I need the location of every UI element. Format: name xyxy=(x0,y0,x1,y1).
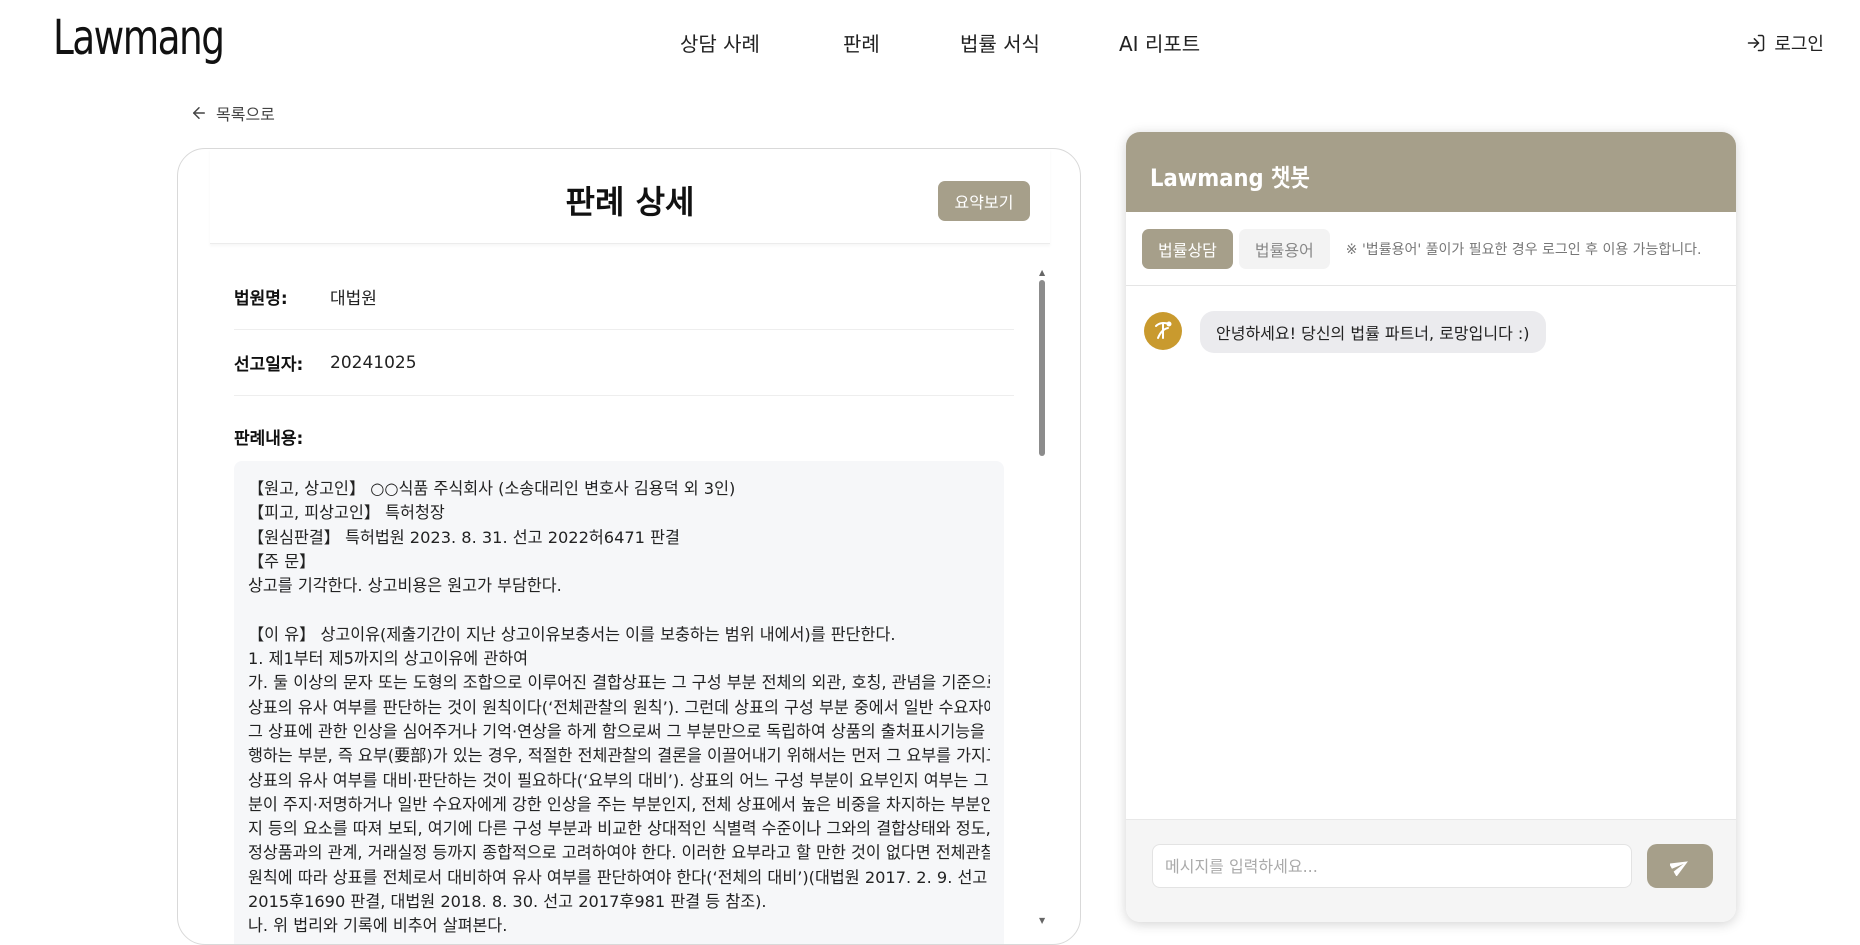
content-line: 【원심판결】 특허법원 2023. 8. 31. 선고 2022허6471 판결 xyxy=(248,527,680,547)
content-line: 원칙에 따라 상표를 전체로서 대비하여 유사 여부를 판단하여야 한다(‘전체… xyxy=(248,867,988,887)
arrow-left-icon xyxy=(193,107,205,119)
login-button[interactable]: 로그인 xyxy=(1746,30,1824,56)
back-label: 목록으로 xyxy=(216,105,275,124)
precedent-content: 【원고, 상고인】 ○○식품 주식회사 (소송대리인 변호사 김용덕 외 3인)… xyxy=(234,461,1004,944)
send-icon xyxy=(1670,861,1688,876)
logo[interactable]: Lawmang xyxy=(53,10,225,66)
scrollbar-thumb[interactable] xyxy=(1039,280,1045,456)
content-line: 【주 문】 xyxy=(248,551,316,571)
message-input[interactable] xyxy=(1152,844,1632,888)
court-row: 법원명: 대법원 xyxy=(234,264,1014,330)
chatbot-title: Lawmang 챗봇 xyxy=(1150,164,1310,192)
send-button[interactable] xyxy=(1647,844,1713,888)
chat-input-bar xyxy=(1126,819,1736,922)
content-line: 【이 유】 상고이유(제출기간이 지난 상고이유보충서는 이를 보충하는 범위 … xyxy=(248,624,896,644)
tab-legal-consultation[interactable]: 법률상담 xyxy=(1142,228,1233,269)
detail-body[interactable]: 법원명: 대법원 선고일자: 20241025 판례내용: 【원고, 상고인】 … xyxy=(234,264,1014,944)
content-line: 정상품과의 관계, 거래실정 등까지 종합적으로 고려하여야 한다. 이러한 요… xyxy=(248,843,990,863)
court-label: 법원명: xyxy=(234,289,288,309)
bot-avatar xyxy=(1144,312,1182,350)
nav-consultation-cases[interactable]: 상담 사례 xyxy=(680,28,760,57)
bot-greeting-message: 안녕하세요! 당신의 법률 파트너, 로망입니다 :) xyxy=(1200,311,1546,353)
bot-logo-icon xyxy=(1155,321,1172,339)
chatbot-panel: Lawmang 챗봇 법률상담 법률용어 ※ '법률용어' 풀이가 필요한 경우… xyxy=(1126,132,1736,922)
nav-precedents[interactable]: 판례 xyxy=(843,28,880,57)
chat-messages: 안녕하세요! 당신의 법률 파트너, 로망입니다 :) xyxy=(1126,286,1736,819)
content-line: 【원고, 상고인】 ○○식품 주식회사 (소송대리인 변호사 김용덕 외 3인) xyxy=(248,479,736,498)
page-title: 판례 상세 xyxy=(565,183,695,221)
scroll-down-arrow[interactable]: ▼ xyxy=(1039,916,1045,925)
content-line: 지 등의 요소를 따져 보되, 여기에 다른 구성 부분과 비교한 상대적인 식… xyxy=(248,819,990,839)
court-value: 대법원 xyxy=(330,289,377,309)
tab-legal-terms[interactable]: 법률용어 xyxy=(1238,228,1330,269)
content-line: 나. 위 법리와 기록에 비추어 살펴본다. xyxy=(248,916,508,936)
content-line: 2015후1690 판결, 대법원 2018. 8. 30. 선고 2017후9… xyxy=(248,892,767,912)
content-line: 상고를 기각한다. 상고비용은 원고가 부담한다. xyxy=(248,576,562,596)
content-line: 가. 둘 이상의 문자 또는 도형의 조합으로 이루어진 결합상표는 그 구성 … xyxy=(248,673,990,693)
content-line: 행하는 부분, 즉 요부(要部)가 있는 경우, 적절한 전체관찰의 결론을 이… xyxy=(248,746,990,766)
content-line xyxy=(248,598,990,622)
header: Lawmang 상담 사례 판례 법률 서식 AI 리포트 로그인 xyxy=(0,0,1860,84)
date-row: 선고일자: 20241025 xyxy=(234,330,1014,396)
login-label: 로그인 xyxy=(1774,34,1824,55)
content-line: 분이 주지·저명하거나 일반 수요자에게 강한 인상을 주는 부분인지, 전체 … xyxy=(248,794,990,814)
content-label: 판례내용: xyxy=(234,429,304,449)
date-label: 선고일자: xyxy=(234,355,304,375)
content-line: 상표의 유사 여부를 대비·판단하는 것이 필요하다(‘요부의 대비’). 상표… xyxy=(248,770,990,790)
login-icon xyxy=(1748,34,1765,52)
content-line: 【피고, 피상고인】 특허청장 xyxy=(248,503,445,523)
date-value: 20241025 xyxy=(330,352,417,373)
precedent-detail-card: 판례 상세 요약보기 법원명: 대법원 선고일자: 20241025 판례내용:… xyxy=(177,148,1081,945)
content-line: 1. 제1부터 제5까지의 상고이유에 관하여 xyxy=(248,649,529,669)
card-header: 판례 상세 요약보기 xyxy=(210,149,1050,244)
tab-note: ※ '법률용어' 풀이가 필요한 경우 로그인 후 이용 가능합니다. xyxy=(1345,241,1702,258)
chatbot-tabs: 법률상담 법률용어 ※ '법률용어' 풀이가 필요한 경우 로그인 후 이용 가… xyxy=(1126,212,1736,286)
nav-ai-report[interactable]: AI 리포트 xyxy=(1119,28,1200,57)
summary-button[interactable]: 요약보기 xyxy=(938,181,1030,221)
content-line: 상표의 유사 여부를 판단하는 것이 원칙이다(‘전체관찰의 원칙’). 그런데… xyxy=(248,697,990,717)
scroll-up-arrow[interactable]: ▲ xyxy=(1039,268,1045,277)
chatbot-header: Lawmang 챗봇 xyxy=(1126,132,1736,212)
nav-legal-forms[interactable]: 법률 서식 xyxy=(960,28,1040,57)
back-to-list-link[interactable]: 목록으로 xyxy=(190,101,275,125)
content-line: 그 상표에 관한 인상을 심어주거나 기억·연상을 하게 함으로써 그 부분만으… xyxy=(248,721,990,741)
